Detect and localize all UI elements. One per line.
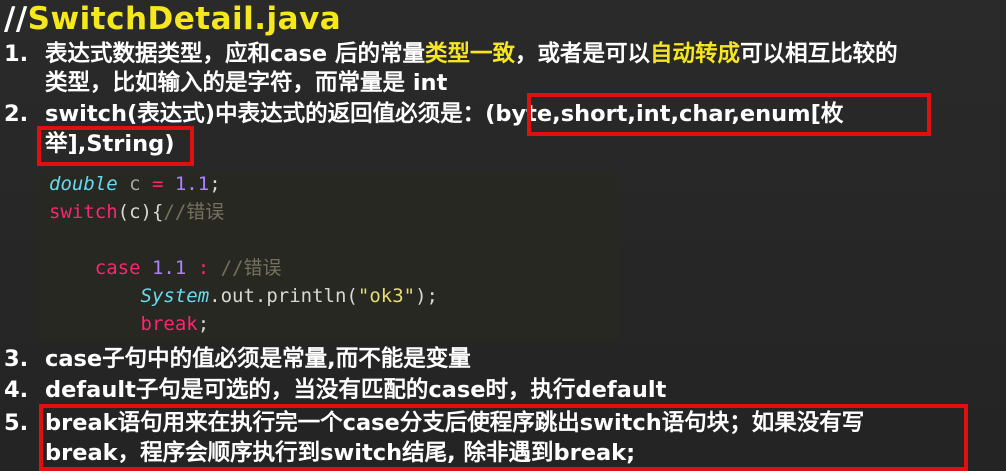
item-1-highlight-2: 自动转成	[650, 41, 741, 67]
item-1-text-b: ，或者是可以	[515, 41, 651, 67]
title-prefix: //	[4, 1, 28, 37]
code-line-2: switch(c){//错误	[49, 201, 225, 223]
highlight-box-string	[37, 126, 194, 166]
item-3-line-1: case子句中的值必须是常量,而不能是变量	[45, 346, 471, 372]
code-block: double c = 1.1; switch(c){//错误 case 1.1 …	[40, 170, 618, 340]
item-2-text: switch(表达式)中表达式的返回值必须是：	[45, 101, 486, 127]
item-number-3: 3.	[4, 346, 29, 372]
slide-title: //SwitchDetail.java	[4, 0, 341, 38]
item-4-line-1: default子句是可选的，当没有匹配的case时，执行default	[45, 377, 667, 403]
item-number-5: 5.	[4, 410, 29, 436]
title-text: SwitchDetail.java	[27, 1, 342, 37]
item-number-2: 2.	[4, 101, 29, 127]
slide: //SwitchDetail.java 1. 表达式数据类型，应和case 后的…	[0, 0, 1006, 471]
code-line-5: System.out.println("ok3");	[140, 285, 438, 307]
code-line-6: break;	[140, 313, 210, 335]
highlight-box-break	[39, 404, 968, 471]
item-1-highlight-1: 类型一致	[425, 41, 516, 67]
item-1-line-2: 类型，比如输入的是字符，而常量是 int	[45, 70, 448, 96]
item-1-text-c: 可以相互比较的	[740, 41, 898, 67]
highlight-box-types	[527, 93, 931, 136]
item-1-line-1: 表达式数据类型，应和case 后的常量类型一致，或者是可以自动转成可以相互比较的	[45, 39, 898, 70]
code-line-4: case 1.1 : //错误	[94, 257, 282, 279]
item-1-text-a: 表达式数据类型，应和case 后的常量	[45, 41, 426, 67]
item-number-1: 1.	[4, 41, 29, 67]
item-number-4: 4.	[4, 377, 29, 403]
code-line-1: double c = 1.1;	[49, 173, 221, 195]
